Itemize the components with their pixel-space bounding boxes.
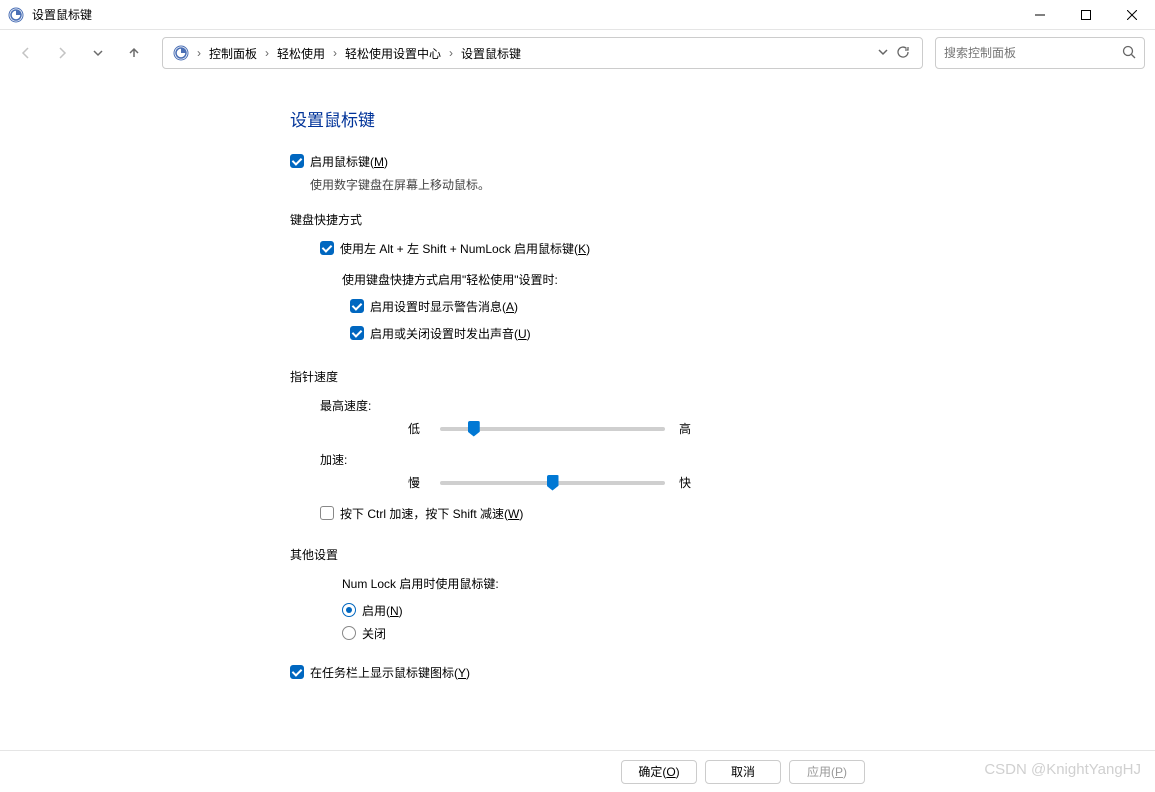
slider-max-speed-track[interactable] [440,427,665,431]
group-other-settings: 其他设置 [290,546,1155,563]
slider-slow-label: 慢 [390,474,430,491]
breadcrumb-ease-of-access[interactable]: 轻松使用 [271,41,331,66]
slider-low-label: 低 [390,420,430,437]
refresh-button[interactable] [896,45,910,62]
checkbox-play-sound[interactable] [350,326,364,340]
forward-button[interactable] [46,37,78,69]
numlock-label: Num Lock 启用时使用鼠标键: [342,575,1155,592]
content-area: 设置鼠标键 启用鼠标键(M) 使用数字键盘在屏幕上移动鼠标。 键盘快捷方式 使用… [0,76,1155,681]
checkbox-shortcut-enable-label[interactable]: 使用左 Alt + 左 Shift + NumLock 启用鼠标键(K) [340,240,590,257]
accel-label: 加速: [320,451,1155,468]
checkbox-play-sound-row: 启用或关闭设置时发出声音(U) [350,325,1155,342]
group-keyboard-shortcut: 键盘快捷方式 [290,211,1155,228]
search-icon[interactable] [1122,45,1136,62]
cancel-button[interactable]: 取消 [705,760,781,784]
ok-button[interactable]: 确定(O) [621,760,697,784]
window-title: 设置鼠标键 [32,6,1017,23]
checkbox-shortcut-enable[interactable] [320,241,334,255]
enable-mousekeys-description: 使用数字键盘在屏幕上移动鼠标。 [310,176,1155,193]
chevron-right-icon: › [195,46,203,60]
breadcrumb-current[interactable]: 设置鼠标键 [455,41,527,66]
checkbox-ctrl-shift-row: 按下 Ctrl 加速，按下 Shift 减速(W) [320,505,1155,522]
location-icon [171,43,191,63]
max-speed-label: 最高速度: [320,397,1155,414]
checkbox-enable-mousekeys[interactable] [290,154,304,168]
chevron-right-icon: › [331,46,339,60]
window-controls [1017,0,1155,30]
slider-acceleration-thumb[interactable] [547,475,559,491]
radio-disable[interactable] [342,626,356,640]
slider-max-speed-thumb[interactable] [468,421,480,437]
checkbox-play-sound-label[interactable]: 启用或关闭设置时发出声音(U) [370,325,531,342]
navigation-bar: › 控制面板 › 轻松使用 › 轻松使用设置中心 › 设置鼠标键 [0,30,1155,76]
radio-enable-row: 启用(N) [342,602,1155,619]
chevron-right-icon: › [263,46,271,60]
slider-high-label: 高 [675,420,691,437]
slider-acceleration: 慢 快 [390,474,1155,491]
recent-button[interactable] [82,37,114,69]
apply-button[interactable]: 应用(P) [789,760,865,784]
breadcrumb-ease-center[interactable]: 轻松使用设置中心 [339,41,447,66]
app-icon [8,7,24,23]
maximize-button[interactable] [1063,0,1109,30]
radio-enable-label[interactable]: 启用(N) [362,602,403,619]
footer-bar: 确定(O) 取消 应用(P) [0,750,1155,792]
checkbox-ctrl-shift-label[interactable]: 按下 Ctrl 加速，按下 Shift 减速(W) [340,505,523,522]
checkbox-ctrl-shift[interactable] [320,506,334,520]
chevron-right-icon: › [447,46,455,60]
chevron-down-icon[interactable] [878,46,888,60]
slider-max-speed: 低 高 [390,420,1155,437]
slider-acceleration-track[interactable] [440,481,665,485]
back-button[interactable] [10,37,42,69]
page-title: 设置鼠标键 [290,106,1155,131]
checkbox-enable-mousekeys-row: 启用鼠标键(M) [290,153,1155,170]
radio-enable[interactable] [342,603,356,617]
minimize-button[interactable] [1017,0,1063,30]
checkbox-warn-msg-label[interactable]: 启用设置时显示警告消息(A) [370,298,518,315]
watermark: CSDN @KnightYangHJ [984,761,1141,778]
slider-fast-label: 快 [675,474,691,491]
checkbox-show-tray-row: 在任务栏上显示鼠标键图标(Y) [290,664,1155,681]
group-pointer-speed: 指针速度 [290,368,1155,385]
checkbox-enable-mousekeys-label[interactable]: 启用鼠标键(M) [310,153,388,170]
checkbox-warn-msg[interactable] [350,299,364,313]
checkbox-show-tray-label[interactable]: 在任务栏上显示鼠标键图标(Y) [310,664,470,681]
search-box[interactable] [935,37,1145,69]
address-bar[interactable]: › 控制面板 › 轻松使用 › 轻松使用设置中心 › 设置鼠标键 [162,37,923,69]
checkbox-warn-msg-row: 启用设置时显示警告消息(A) [350,298,1155,315]
close-button[interactable] [1109,0,1155,30]
up-button[interactable] [118,37,150,69]
breadcrumb-control-panel[interactable]: 控制面板 [203,41,263,66]
shortcut-description: 使用键盘快捷方式启用"轻松使用"设置时: [342,271,1155,288]
titlebar: 设置鼠标键 [0,0,1155,30]
checkbox-shortcut-enable-row: 使用左 Alt + 左 Shift + NumLock 启用鼠标键(K) [320,240,1155,257]
search-input[interactable] [944,46,1122,60]
checkbox-show-tray[interactable] [290,665,304,679]
radio-disable-label[interactable]: 关闭 [362,625,386,642]
radio-disable-row: 关闭 [342,625,1155,642]
